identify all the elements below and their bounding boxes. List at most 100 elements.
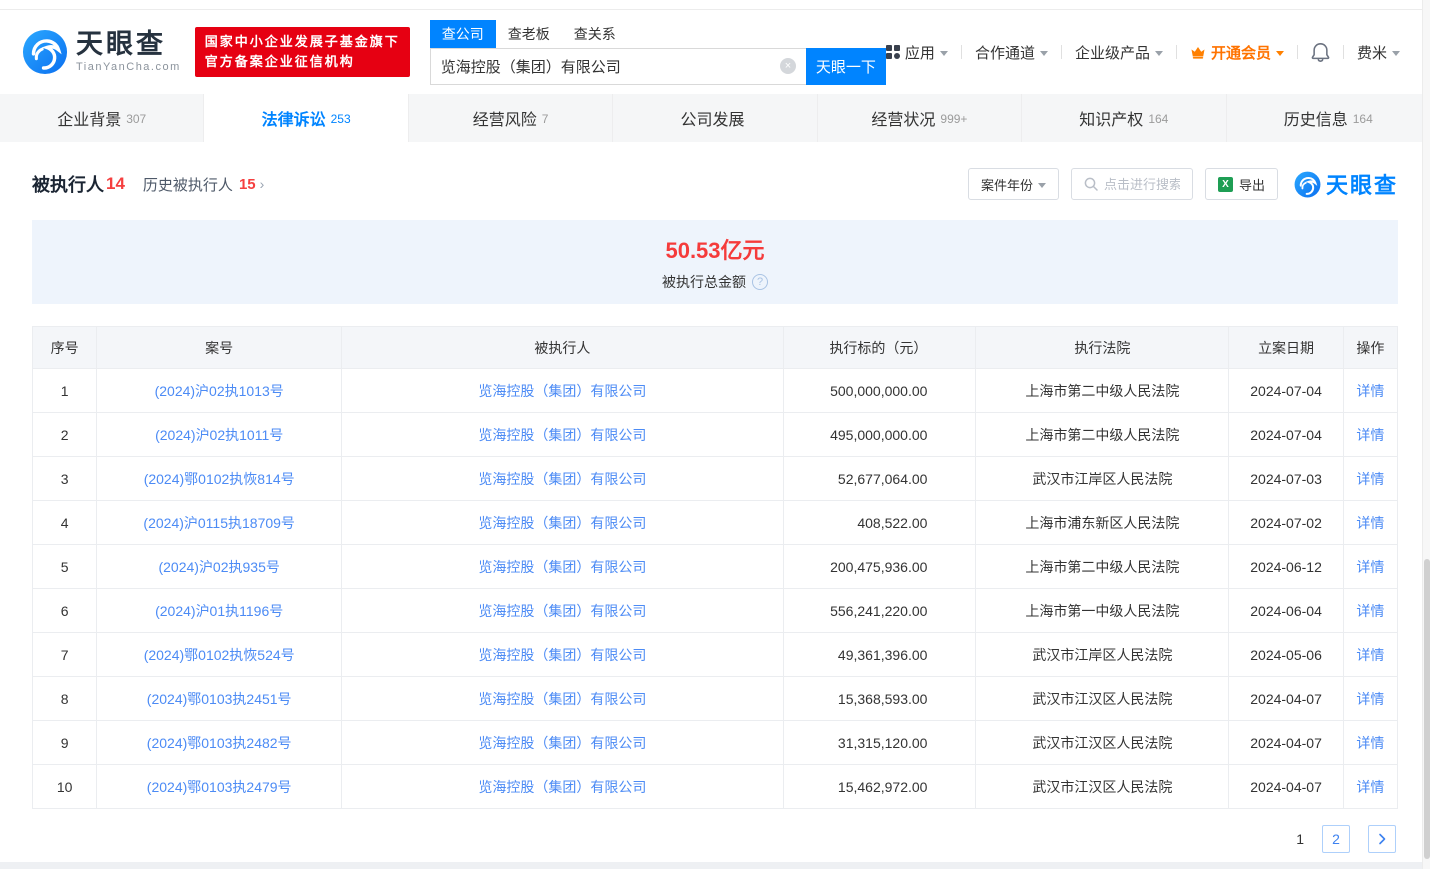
- detail-link[interactable]: 详情: [1356, 603, 1384, 619]
- menu-apps[interactable]: 应用: [885, 42, 948, 63]
- detail-link[interactable]: 详情: [1356, 383, 1384, 399]
- cell-no: 2: [31, 412, 98, 457]
- scrollbar-thumb[interactable]: [1424, 559, 1430, 859]
- detail-tab-label: 法律诉讼: [261, 112, 326, 129]
- case-number-link[interactable]: (2024)沪02执1013号: [155, 383, 284, 399]
- chevron-down-icon: [1392, 50, 1400, 56]
- menu-open-vip[interactable]: 开通会员: [1190, 42, 1284, 63]
- search-type-tab[interactable]: 查关系: [562, 20, 628, 48]
- cell-date: 2024-06-12: [1228, 544, 1344, 589]
- table-header-row: 序号 案号 被执行人 执行标的（元） 执行法院 立案日期 操作: [31, 326, 1399, 369]
- col-header-amount: 执行标的（元）: [782, 326, 977, 369]
- site-header: 天眼查 TianYanCha.com 国家中小企业发展子基金旗下 官方备案企业征…: [0, 10, 1430, 94]
- detail-link[interactable]: 详情: [1356, 691, 1384, 707]
- detail-tab[interactable]: 公司发展: [613, 94, 818, 142]
- case-number-link[interactable]: (2024)鄂0102执恢524号: [144, 647, 295, 663]
- detail-tab[interactable]: 历史信息 164: [1227, 94, 1430, 142]
- executed-person-link[interactable]: 览海控股（集团）有限公司: [478, 383, 646, 399]
- executed-person-link[interactable]: 览海控股（集团）有限公司: [478, 647, 646, 663]
- search-type-tab[interactable]: 查老板: [496, 20, 562, 48]
- table-search-box[interactable]: [1070, 168, 1193, 200]
- page-top-divider: [0, 0, 1430, 10]
- cell-amount: 49,361,396.00: [782, 632, 977, 677]
- tianyancha-logo-icon: [22, 29, 68, 75]
- history-count: 15: [238, 175, 256, 193]
- detail-tab-label: 经营状况: [871, 112, 936, 129]
- executed-person-link[interactable]: 览海控股（集团）有限公司: [478, 559, 646, 575]
- detail-tab[interactable]: 经营风险 7: [409, 94, 614, 142]
- detail-link[interactable]: 详情: [1356, 647, 1384, 663]
- table-row: 8 (2024)鄂0103执2451号 览海控股（集团）有限公司 15,368,…: [31, 676, 1399, 721]
- pagination-page-2[interactable]: 2: [1322, 825, 1350, 853]
- col-header-date: 立案日期: [1228, 326, 1344, 369]
- menu-apps-label: 应用: [904, 44, 935, 62]
- section-count-badge: 14: [106, 174, 125, 193]
- cell-date: 2024-07-04: [1228, 368, 1344, 413]
- detail-link[interactable]: 详情: [1356, 559, 1384, 575]
- cell-no: 9: [31, 720, 98, 765]
- menu-user-label: 费米: [1356, 44, 1387, 62]
- detail-link[interactable]: 详情: [1356, 427, 1384, 443]
- search-icon: [1084, 177, 1098, 191]
- detail-tab-label: 公司发展: [680, 112, 745, 129]
- executed-person-link[interactable]: 览海控股（集团）有限公司: [478, 471, 646, 487]
- search-submit-button[interactable]: 天眼一下: [805, 47, 886, 85]
- cell-court: 武汉市江汉区人民法院: [975, 676, 1230, 721]
- executed-person-link[interactable]: 览海控股（集团）有限公司: [478, 515, 646, 531]
- header-search: 查公司 查老板 查关系 × 天眼一下: [429, 19, 886, 85]
- detail-link[interactable]: 详情: [1356, 735, 1384, 751]
- executed-person-link[interactable]: 览海控股（集团）有限公司: [478, 603, 646, 619]
- executed-person-link[interactable]: 览海控股（集团）有限公司: [478, 427, 646, 443]
- menu-divider: [960, 45, 962, 59]
- notifications-button[interactable]: [1311, 42, 1330, 62]
- cell-court: 上海市第二中级人民法院: [975, 368, 1230, 413]
- bell-icon: [1311, 43, 1330, 62]
- cell-court: 上海市第二中级人民法院: [975, 544, 1230, 589]
- table-search-input[interactable]: [1103, 176, 1180, 192]
- detail-tab[interactable]: 企业背景 307: [0, 94, 205, 142]
- table-row: 7 (2024)鄂0102执恢524号 览海控股（集团）有限公司 49,361,…: [31, 632, 1399, 677]
- detail-link[interactable]: 详情: [1356, 779, 1384, 795]
- scrollbar[interactable]: [1422, 0, 1430, 869]
- executed-person-link[interactable]: 览海控股（集团）有限公司: [478, 735, 646, 751]
- search-type-tab[interactable]: 查公司: [429, 19, 496, 48]
- case-number-link[interactable]: (2024)鄂0103执2479号: [147, 779, 292, 795]
- pagination-next-button[interactable]: [1368, 825, 1396, 853]
- case-number-link[interactable]: (2024)鄂0102执恢814号: [144, 471, 295, 487]
- case-number-link[interactable]: (2024)沪01执1196号: [155, 603, 283, 619]
- chevron-right-icon: ›: [259, 176, 265, 192]
- detail-tab[interactable]: 法律诉讼 253: [204, 94, 409, 142]
- menu-divider: [1175, 45, 1177, 59]
- logo-brand-text: 天眼查: [76, 29, 166, 59]
- company-search-input[interactable]: [430, 57, 780, 75]
- detail-link[interactable]: 详情: [1356, 515, 1384, 531]
- case-number-link[interactable]: (2024)鄂0103执2482号: [147, 735, 292, 751]
- detail-link[interactable]: 详情: [1356, 471, 1384, 487]
- tianyancha-logo[interactable]: 天眼查 TianYanCha.com: [22, 29, 181, 75]
- executed-person-link[interactable]: 览海控股（集团）有限公司: [478, 779, 646, 795]
- case-year-filter[interactable]: 案件年份: [967, 168, 1059, 200]
- menu-enterprise-label: 企业级产品: [1074, 44, 1150, 62]
- case-number-link[interactable]: (2024)沪0115执18709号: [143, 515, 295, 531]
- cell-no: 3: [31, 456, 98, 501]
- help-icon[interactable]: ?: [752, 273, 768, 290]
- detail-tab-label: 企业背景: [57, 112, 122, 129]
- cell-date: 2024-04-07: [1228, 676, 1344, 721]
- menu-partner-channel[interactable]: 合作通道: [975, 42, 1048, 63]
- cell-no: 4: [31, 500, 98, 545]
- menu-enterprise-products[interactable]: 企业级产品: [1075, 42, 1163, 63]
- export-button[interactable]: X 导出: [1204, 168, 1278, 200]
- case-number-link[interactable]: (2024)鄂0103执2451号: [147, 691, 292, 707]
- detail-tab[interactable]: 知识产权 164: [1022, 94, 1227, 142]
- detail-tab[interactable]: 经营状况 999+: [818, 94, 1023, 142]
- bottom-strip: [0, 862, 1430, 869]
- case-number-link[interactable]: (2024)沪02执1011号: [155, 427, 283, 443]
- history-executed-link[interactable]: 历史被执行人 15 ›: [143, 174, 264, 195]
- cell-amount: 495,000,000.00: [782, 412, 977, 457]
- menu-user[interactable]: 费米: [1357, 42, 1400, 63]
- clear-icon[interactable]: ×: [779, 58, 796, 74]
- chevron-down-icon: [1037, 182, 1046, 188]
- case-number-link[interactable]: (2024)沪02执935号: [158, 559, 279, 575]
- executed-person-link[interactable]: 览海控股（集团）有限公司: [478, 691, 646, 707]
- cell-date: 2024-07-04: [1228, 412, 1344, 457]
